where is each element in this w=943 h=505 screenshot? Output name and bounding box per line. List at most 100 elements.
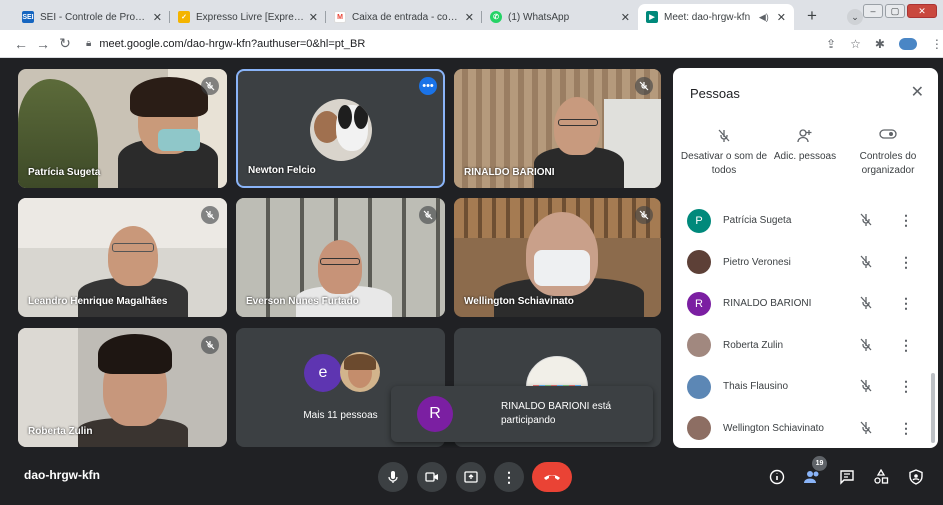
list-item[interactable]: Pietro Veronesi ⋮	[673, 242, 931, 284]
chat-icon[interactable]	[836, 466, 858, 488]
menu-dots-icon[interactable]: ⋮	[931, 37, 943, 51]
url-text: meet.google.com/dao-hrgw-kfn?authuser=0&…	[99, 37, 366, 50]
expresso-icon: ✓	[178, 11, 190, 23]
avatar	[340, 352, 380, 392]
camera-button[interactable]	[417, 462, 447, 492]
minimize-icon[interactable]: –	[863, 4, 883, 18]
reload-icon[interactable]: ↻	[54, 35, 76, 52]
scrollbar[interactable]	[931, 373, 935, 443]
mic-button[interactable]	[378, 462, 408, 492]
more-vert-icon[interactable]: ⋮	[899, 295, 913, 312]
person-name: Roberta Zulin	[723, 339, 784, 351]
video-tile[interactable]: Wellington Schiavinato	[454, 198, 661, 317]
close-icon[interactable]: ✕	[777, 11, 786, 24]
host-controls-icon[interactable]	[905, 466, 927, 488]
avatar: R	[687, 291, 711, 316]
info-icon[interactable]	[766, 466, 788, 488]
mic-off-icon	[419, 206, 437, 224]
avatar	[687, 416, 711, 441]
video-tile[interactable]: RINALDO BARIONI	[454, 69, 661, 188]
meeting-controls-bar: dao-hrgw-kfn ⋮ 19	[0, 448, 943, 505]
more-options-button[interactable]: ⋮	[494, 462, 524, 492]
more-vert-icon[interactable]: ⋮	[899, 254, 913, 271]
person-name: Wellington Schiavinato	[723, 422, 824, 434]
mic-off-icon	[635, 77, 653, 95]
end-call-button[interactable]	[532, 462, 572, 492]
mic-off-icon[interactable]	[859, 254, 873, 275]
address-bar: ← → ↻ 🔒︎ meet.google.com/dao-hrgw-kfn?au…	[0, 30, 943, 58]
close-icon[interactable]: ✕	[911, 82, 924, 102]
tab-sei[interactable]: SEI SEI - Controle de Processos ✕	[14, 4, 170, 30]
add-people-button[interactable]: Adic. pessoas	[760, 128, 850, 164]
avatar	[687, 374, 711, 399]
tab-title: Expresso Livre [Expresso Mail]	[196, 11, 305, 23]
list-item[interactable]: Wellington Schiavinato ⋮	[673, 408, 931, 449]
video-tile[interactable]: Roberta Zulin	[18, 328, 227, 447]
window-close-icon[interactable]: ✕	[907, 4, 937, 18]
more-vert-icon[interactable]: ⋮	[899, 337, 913, 354]
activities-icon[interactable]	[870, 466, 892, 488]
url-field[interactable]: 🔒︎ meet.google.com/dao-hrgw-kfn?authuser…	[86, 33, 806, 55]
more-vert-icon[interactable]: ⋮	[899, 378, 913, 395]
profile-icon[interactable]	[898, 37, 917, 50]
video-tile[interactable]: Leandro Henrique Magalhães	[18, 198, 227, 317]
person-hair	[344, 354, 376, 370]
more-vert-icon: ⋮	[502, 468, 516, 485]
bookmark-star-icon[interactable]: ☆	[850, 37, 861, 51]
tab-expresso[interactable]: ✓ Expresso Livre [Expresso Mail] ✕	[170, 4, 326, 30]
list-item[interactable]: Roberta Zulin ⋮	[673, 325, 931, 367]
add-person-icon	[760, 128, 850, 150]
hang-up-icon	[544, 475, 560, 480]
person-name: Patrícia Sugeta	[723, 215, 792, 227]
video-tile[interactable]: Patrícia Sugeta	[18, 69, 227, 188]
people-icon[interactable]: 19	[801, 456, 827, 488]
present-button[interactable]	[456, 462, 486, 492]
video-tile[interactable]: Everson Nunes Furtado	[236, 198, 445, 317]
person-name: Pietro Veronesi	[723, 256, 791, 268]
forward-icon[interactable]: →	[32, 36, 54, 52]
browser-tab-bar: SEI SEI - Controle de Processos ✕ ✓ Expr…	[0, 0, 943, 30]
host-controls-button[interactable]: Controles do organizador	[843, 128, 933, 178]
action-label: Adic. pessoas	[773, 151, 837, 162]
new-tab-button[interactable]: +	[800, 4, 824, 28]
meeting-code: dao-hrgw-kfn	[24, 468, 100, 482]
participant-name: Patrícia Sugeta	[28, 167, 101, 178]
profile-avatar	[310, 99, 372, 161]
mic-off-icon[interactable]	[859, 337, 873, 358]
extensions-icon[interactable]: ✱	[875, 37, 885, 51]
people-panel: Pessoas ✕ Desativar o som de todos Adic.…	[673, 68, 938, 448]
close-icon[interactable]: ✕	[621, 11, 630, 24]
gmail-icon: M	[334, 11, 346, 23]
mic-off-icon[interactable]	[859, 212, 873, 233]
more-vert-icon[interactable]: ⋮	[899, 212, 913, 229]
back-icon[interactable]: ←	[10, 36, 32, 52]
lock-icon[interactable]: 🔒︎	[86, 38, 91, 49]
close-icon[interactable]: ✕	[153, 11, 162, 24]
mic-off-icon[interactable]	[859, 295, 873, 316]
tab-title: Meet: dao-hrgw-kfn	[664, 11, 751, 23]
tab-meet[interactable]: ▶ Meet: dao-hrgw-kfn ◀) ✕	[638, 4, 794, 30]
person-hair	[130, 77, 208, 117]
tab-whatsapp[interactable]: ✆ (1) WhatsApp ✕	[482, 4, 638, 30]
mic-off-icon[interactable]	[859, 420, 873, 441]
participant-count-badge: 19	[812, 456, 827, 471]
tab-gmail[interactable]: M Caixa de entrada - comtur@ ✕	[326, 4, 482, 30]
tab-search-icon[interactable]: ⌄	[847, 9, 863, 25]
dog-ear	[354, 105, 368, 129]
list-item[interactable]: P Patrícia Sugeta ⋮	[673, 200, 931, 242]
maximize-icon[interactable]: ▢	[885, 4, 905, 18]
video-tile[interactable]: ••• Newton Felcio	[236, 69, 445, 188]
close-icon[interactable]: ✕	[465, 11, 474, 24]
mute-all-button[interactable]: Desativar o som de todos	[679, 128, 769, 178]
more-vert-icon[interactable]: ⋮	[899, 420, 913, 437]
person-face	[554, 97, 600, 155]
close-icon[interactable]: ✕	[309, 11, 318, 24]
mic-off-icon[interactable]	[859, 378, 873, 399]
list-item[interactable]: R RINALDO BARIONI ⋮	[673, 283, 931, 325]
participant-name: Wellington Schiavinato	[464, 296, 574, 307]
more-options-icon[interactable]: •••	[419, 77, 437, 95]
avatar	[687, 250, 711, 275]
share-icon[interactable]: ⇪	[826, 37, 836, 51]
person-face	[108, 226, 158, 286]
list-item[interactable]: Thais Flausino ⋮	[673, 366, 931, 408]
